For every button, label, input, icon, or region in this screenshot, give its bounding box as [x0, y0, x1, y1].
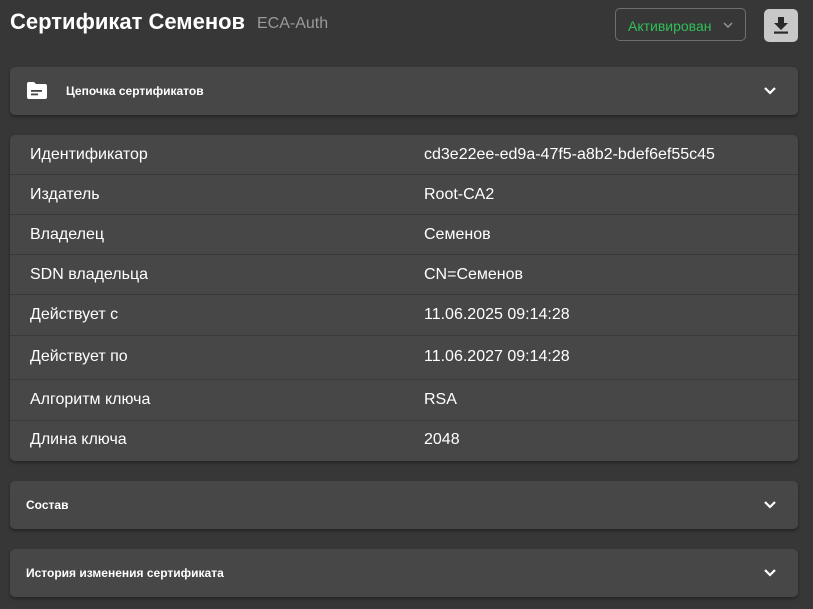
- detail-key: SDN владельца: [30, 266, 149, 283]
- chevron-down-icon: [764, 501, 776, 509]
- detail-value: Семенов: [424, 226, 491, 243]
- chevron-down-icon: [764, 87, 776, 95]
- detail-row: Идентификатор cd3e22ee-ed9a-47f5-a8b2-bd…: [10, 135, 798, 175]
- chevron-down-icon: [723, 22, 733, 28]
- folder-icon: [27, 82, 47, 99]
- composition-accordion[interactable]: Состав: [10, 481, 798, 529]
- detail-key: Алгоритм ключа: [30, 391, 151, 408]
- chevron-down-icon: [764, 569, 776, 577]
- detail-key: Издатель: [30, 186, 100, 203]
- detail-key: Владелец: [30, 226, 105, 243]
- certificate-type-label: ECA-Auth: [257, 15, 329, 32]
- detail-key: Действует по: [30, 348, 128, 365]
- download-icon: [774, 17, 788, 34]
- status-dropdown[interactable]: Активирован: [615, 8, 746, 41]
- composition-label: Состав: [26, 498, 69, 512]
- detail-key: Действует с: [30, 306, 119, 323]
- certificate-history-label: История изменения сертификата: [26, 566, 224, 580]
- detail-key: Идентификатор: [30, 146, 148, 163]
- page-title: Сертификат Семенов: [10, 9, 246, 34]
- detail-row: Алгоритм ключа RSA: [10, 380, 798, 421]
- detail-row: Владелец Семенов: [10, 215, 798, 255]
- download-button[interactable]: [764, 9, 798, 42]
- detail-value: CN=Семенов: [424, 266, 524, 283]
- detail-value: 2048: [424, 431, 460, 448]
- detail-row: Издатель Root-CA2: [10, 175, 798, 215]
- detail-row: Действует по 11.06.2027 09:14:28: [10, 336, 798, 380]
- detail-row: Действует с 11.06.2025 09:14:28: [10, 295, 798, 336]
- detail-value: 11.06.2025 09:14:28: [424, 306, 570, 323]
- status-dropdown-value: Активирован: [628, 18, 712, 34]
- detail-value: cd3e22ee-ed9a-47f5-a8b2-bdef6ef55c45: [424, 146, 715, 163]
- detail-row: SDN владельца CN=Семенов: [10, 255, 798, 295]
- certificate-chain-label: Цепочка сертификатов: [66, 84, 204, 98]
- certificate-history-accordion[interactable]: История изменения сертификата: [10, 549, 798, 597]
- certificate-chain-accordion[interactable]: Цепочка сертификатов: [10, 67, 798, 115]
- certificate-details-table: Идентификатор cd3e22ee-ed9a-47f5-a8b2-bd…: [10, 135, 798, 461]
- certificate-page: Сертификат Семенов ECA-Auth Активирован …: [0, 0, 813, 609]
- detail-row: Длина ключа 2048: [10, 421, 798, 461]
- page-header: Сертификат Семенов ECA-Auth Активирован: [0, 0, 813, 52]
- detail-value: 11.06.2027 09:14:28: [424, 348, 570, 365]
- detail-key: Длина ключа: [30, 431, 127, 448]
- detail-value: Root-CA2: [424, 186, 495, 203]
- detail-value: RSA: [424, 391, 457, 408]
